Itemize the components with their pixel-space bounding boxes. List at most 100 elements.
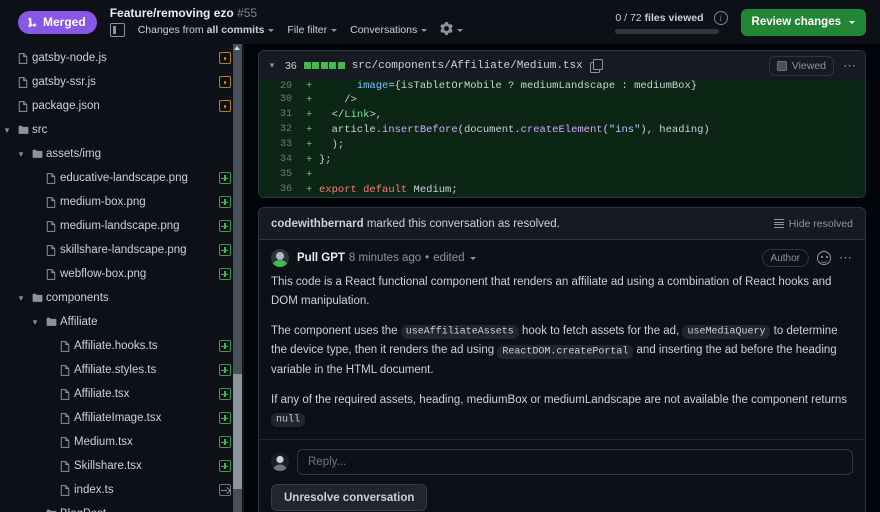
folder-icon xyxy=(42,508,60,512)
tree-item-label: medium-box.png xyxy=(60,196,146,208)
tree-item-src[interactable]: ▾src xyxy=(0,118,243,142)
tree-item-package-json[interactable]: package.json xyxy=(0,94,243,118)
comment-header: Pull GPT 8 minutes ago • edited Author ⋯ xyxy=(259,240,865,271)
diff-file-path[interactable]: src/components/Affiliate/Medium.tsx xyxy=(352,60,583,72)
tree-item-affiliate-styles-ts[interactable]: Affiliate.styles.ts xyxy=(0,358,243,382)
file-status-added-icon xyxy=(218,172,231,185)
chevron-down-icon[interactable]: ▾ xyxy=(0,125,14,136)
tree-item-index-ts[interactable]: index.ts xyxy=(0,478,243,502)
diff-line-text: /> xyxy=(319,94,357,106)
diff-line[interactable]: 33+ ); xyxy=(259,137,865,152)
scroll-up-arrow-icon[interactable] xyxy=(234,46,240,50)
diff-line[interactable]: 35+ xyxy=(259,167,865,182)
diff-line[interactable]: 36+export default Medium; xyxy=(259,182,865,197)
resolver-username[interactable]: codewithbernard xyxy=(271,218,364,230)
header-actions: 0 / 72 files viewed i Review changes xyxy=(615,9,866,36)
diff-line-text: ); xyxy=(319,139,344,151)
diff-line-sign: + xyxy=(301,94,319,106)
tree-item-affiliateimage-tsx[interactable]: AffiliateImage.tsx xyxy=(0,406,243,430)
hide-resolved-label: Hide resolved xyxy=(789,218,853,230)
diff-line[interactable]: 34+}; xyxy=(259,152,865,167)
info-icon[interactable]: i xyxy=(714,11,728,25)
sidebar-scrollbar-thumb[interactable] xyxy=(233,374,242,489)
copy-path-icon[interactable] xyxy=(590,59,603,72)
tree-item-skillshare-landscape-png[interactable]: skillshare-landscape.png xyxy=(0,238,243,262)
diff-line-sign: + xyxy=(301,80,319,92)
merged-label: Merged xyxy=(43,15,86,29)
chevron-down-icon[interactable]: ▾ xyxy=(266,60,278,71)
review-changes-button[interactable]: Review changes xyxy=(741,9,866,36)
tree-item-label: Affiliate xyxy=(60,316,98,328)
diff-line[interactable]: 29+ image={isTabletOrMobile ? mediumLand… xyxy=(259,80,865,92)
diff-line-sign: + xyxy=(301,109,319,121)
file-filter-dropdown[interactable]: File filter xyxy=(287,24,337,36)
chevron-down-icon[interactable]: ▾ xyxy=(28,317,42,328)
changes-from-commits-dropdown[interactable]: Changes from all commits xyxy=(138,24,275,36)
tree-item-label: Skillshare.tsx xyxy=(74,460,142,472)
pr-title-block: Feature/removing ezo #55 Changes from al… xyxy=(110,6,464,38)
diff-line[interactable]: 30+ /> xyxy=(259,92,865,107)
diff-code-lines: 29+ image={isTabletOrMobile ? mediumLand… xyxy=(259,80,865,197)
tree-item-label: components xyxy=(46,292,109,304)
folder-icon xyxy=(42,316,60,328)
viewed-checkbox[interactable]: Viewed xyxy=(769,56,834,76)
edited-label[interactable]: edited xyxy=(433,252,464,264)
tree-item-educative-landscape-png[interactable]: educative-landscape.png xyxy=(0,166,243,190)
diff-stat-blocks xyxy=(304,62,345,69)
conversation-thread: codewithbernard marked this conversation… xyxy=(258,207,866,512)
conversations-dropdown[interactable]: Conversations xyxy=(350,24,427,36)
diff-line-sign: + xyxy=(301,184,319,196)
file-icon xyxy=(42,268,60,281)
diff-main-panel: ▾ 36 src/components/Affiliate/Medium.tsx… xyxy=(244,44,880,512)
tree-item-medium-box-png[interactable]: medium-box.png xyxy=(0,190,243,214)
diff-line-sign: + xyxy=(301,124,319,136)
tree-item-affiliate[interactable]: ▾ Affiliate xyxy=(0,310,243,334)
comment-body: This code is a React functional componen… xyxy=(259,271,865,439)
chevron-down-icon[interactable]: ▾ xyxy=(14,149,28,160)
emoji-reaction-icon[interactable] xyxy=(817,251,831,265)
sidebar-scrollbar-track[interactable] xyxy=(233,44,242,512)
current-user-avatar[interactable] xyxy=(271,453,289,471)
comment-author[interactable]: Pull GPT xyxy=(297,252,345,264)
tree-item-affiliate-tsx[interactable]: Affiliate.tsx xyxy=(0,382,243,406)
chevron-down-icon xyxy=(331,29,337,32)
tree-item-skillshare-tsx[interactable]: Skillshare.tsx xyxy=(0,454,243,478)
hide-resolved-button[interactable]: Hide resolved xyxy=(774,218,853,230)
more-options-icon[interactable]: ⋯ xyxy=(843,61,857,71)
avatar[interactable] xyxy=(271,249,289,267)
tree-item-components[interactable]: ▾ components xyxy=(0,286,243,310)
chevron-down-icon[interactable] xyxy=(470,257,476,260)
file-tree-sidebar[interactable]: gatsby-node.jsgatsby-ssr.jspackage.json▾… xyxy=(0,44,244,512)
more-options-icon[interactable]: ⋯ xyxy=(839,253,853,263)
diff-line[interactable]: 31+ </Link>, xyxy=(259,107,865,122)
tree-item-medium-tsx[interactable]: Medium.tsx xyxy=(0,430,243,454)
tree-item-blogpost[interactable]: ▾ BlogPost xyxy=(0,502,243,512)
file-icon xyxy=(42,196,60,209)
diff-stat-block xyxy=(329,62,336,69)
inline-code: useAffiliateAssets xyxy=(401,325,519,339)
diff-header-actions: Viewed ⋯ xyxy=(769,56,857,76)
checkbox-icon xyxy=(777,61,787,71)
tree-item-label: index.ts xyxy=(74,484,114,496)
chevron-down-icon[interactable]: ▾ xyxy=(14,293,28,304)
sidebar-toggle-icon[interactable] xyxy=(110,23,125,37)
file-icon xyxy=(56,412,74,425)
unresolve-conversation-button[interactable]: Unresolve conversation xyxy=(271,484,427,511)
tree-item-medium-landscape-png[interactable]: medium-landscape.png xyxy=(0,214,243,238)
tree-item-affiliate-hooks-ts[interactable]: Affiliate.hooks.ts xyxy=(0,334,243,358)
tree-item-gatsby-node-js[interactable]: gatsby-node.js xyxy=(0,46,243,70)
diff-stat-block xyxy=(338,62,345,69)
chevron-down-icon xyxy=(268,29,274,32)
file-status-modified-icon xyxy=(218,76,231,89)
tree-item-webflow-box-png[interactable]: webflow-box.png xyxy=(0,262,243,286)
chevron-down-icon[interactable]: ▾ xyxy=(28,509,42,512)
comment-paragraph: The component uses the useAffiliateAsset… xyxy=(271,322,853,380)
tree-item-gatsby-ssr-js[interactable]: gatsby-ssr.js xyxy=(0,70,243,94)
tree-item-assets-img[interactable]: ▾assets/img xyxy=(0,142,243,166)
file-icon xyxy=(56,436,74,449)
tree-item-label: BlogPost xyxy=(60,508,106,512)
diff-line-text: export default Medium; xyxy=(319,184,458,196)
diff-line[interactable]: 32+ article.insertBefore(document.create… xyxy=(259,122,865,137)
reply-input[interactable] xyxy=(297,449,853,475)
diff-settings-dropdown[interactable] xyxy=(440,22,463,38)
